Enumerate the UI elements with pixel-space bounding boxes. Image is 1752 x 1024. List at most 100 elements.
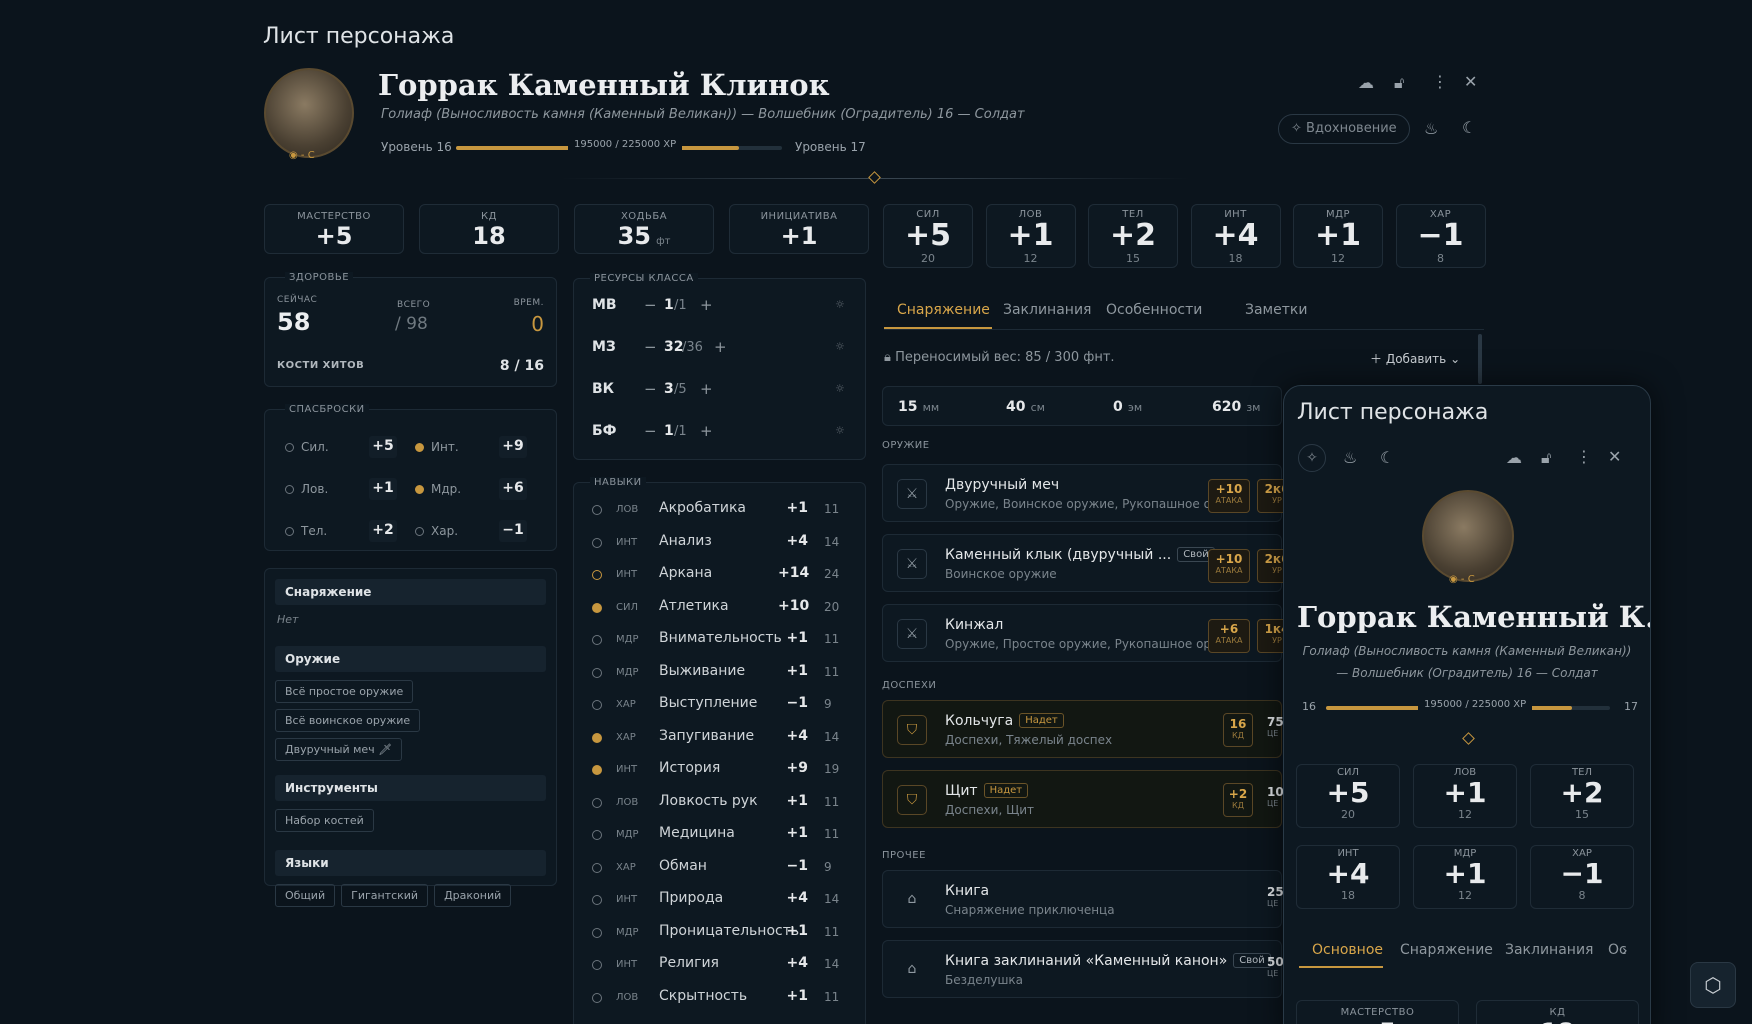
more-icon[interactable]: ⋮: [1576, 447, 1592, 466]
close-icon[interactable]: ✕: [1608, 447, 1621, 466]
tab-2[interactable]: Особенности: [1106, 302, 1202, 318]
close-icon[interactable]: ✕: [1464, 72, 1477, 91]
sun-icon[interactable]: ☼: [835, 424, 845, 437]
moon-icon[interactable]: ☾: [1380, 448, 1394, 467]
ability-score-box[interactable]: ТЕЛ +2 15: [1088, 204, 1178, 268]
coin-field[interactable]: 0 эм: [1113, 396, 1142, 415]
coin-field[interactable]: 620 зм: [1212, 396, 1260, 415]
minus-button[interactable]: −: [644, 422, 657, 440]
saving-throw[interactable]: Сил. +5: [285, 436, 405, 458]
skill-mod: +9: [786, 760, 808, 776]
cloud-icon[interactable]: ☁: [1506, 448, 1522, 467]
attack-button[interactable]: +10 АТАКА: [1208, 479, 1250, 513]
lock-icon[interactable]: 🔓︎: [1541, 448, 1551, 468]
sun-icon[interactable]: ☼: [835, 340, 845, 353]
ability-score-box[interactable]: ХАР −1 8: [1395, 204, 1486, 268]
hp-temp[interactable]: 0: [531, 312, 544, 336]
skill-row[interactable]: МДР Выживание +1 11: [592, 663, 852, 683]
skill-row[interactable]: ЛОВ Акробатика +1 11: [592, 500, 852, 520]
sun-icon[interactable]: ☼: [835, 298, 845, 311]
armor-item[interactable]: ⛉ Щит Надет Доспехи, Щит +2 КД 10 ЦЕ: [882, 770, 1284, 828]
weapon-item[interactable]: ⚔ Каменный клык (двуручный ... Свой Воинс…: [882, 534, 1297, 592]
skill-row[interactable]: ИНТ Природа +4 14: [592, 890, 852, 910]
saving-throw[interactable]: Инт. +9: [415, 436, 535, 458]
tab-0[interactable]: Снаряжение: [897, 302, 990, 318]
skill-row[interactable]: ИНТ Анализ +4 14: [592, 533, 852, 553]
skill-row[interactable]: ЛОВ Ловкость рук +1 11: [592, 793, 852, 813]
skill-row[interactable]: ИНТ Религия +4 14: [592, 955, 852, 975]
core-stat-box[interactable]: МАСТЕРСТВО +5: [264, 204, 404, 254]
skill-name: Скрытность: [659, 987, 748, 1004]
mobile-ability-box[interactable]: ТЕЛ +2 15: [1530, 764, 1634, 828]
core-stat-box[interactable]: ХОДЬБА 35 фт: [574, 204, 714, 254]
saving-throw[interactable]: Тел. +2: [285, 520, 405, 542]
plus-button[interactable]: +: [714, 338, 727, 356]
proficiencies-panel: Снаряжение Нет Оружие Всё простое оружие…: [264, 568, 557, 907]
mobile-ability-box[interactable]: ЛОВ +1 12: [1413, 764, 1517, 828]
mobile-chevron-right-icon[interactable]: ›: [1622, 943, 1628, 959]
mobile-tab-1[interactable]: Снаряжение: [1400, 942, 1493, 958]
hp-current[interactable]: 58: [277, 308, 310, 336]
skill-row[interactable]: ЛОВ Скрытность +1 11: [592, 988, 852, 1008]
add-item-button[interactable]: ＋ Добавить ⌄: [1370, 350, 1460, 367]
attack-button[interactable]: +6 АТАКА: [1208, 619, 1250, 653]
dice-roll-button[interactable]: ⬡: [1690, 962, 1736, 1008]
ability-score-box[interactable]: ИНТ +4 18: [1190, 204, 1281, 268]
scrollbar[interactable]: [1478, 334, 1482, 384]
core-stat-box[interactable]: КД 18: [419, 204, 559, 254]
skill-ability: МДР: [616, 634, 639, 645]
plus-button[interactable]: +: [700, 380, 713, 398]
sun-icon[interactable]: ☼: [835, 382, 845, 395]
inspiration-button[interactable]: ✧ Вдохновение: [1278, 114, 1410, 144]
mobile-tab-0[interactable]: Основное: [1312, 942, 1383, 958]
more-icon[interactable]: ⋮: [1432, 72, 1448, 91]
mobile-ability-box[interactable]: ИНТ +4 18: [1296, 845, 1400, 909]
moon-icon[interactable]: ☾: [1462, 118, 1476, 137]
hit-dice[interactable]: 8 / 16: [500, 358, 544, 374]
ability-score-box[interactable]: МДР +1 12: [1293, 204, 1383, 268]
lock-icon[interactable]: 🔓︎: [1394, 73, 1404, 93]
skill-row[interactable]: ХАР Обман −1 9: [592, 858, 852, 878]
campfire-icon[interactable]: ♨: [1424, 119, 1438, 138]
cloud-icon[interactable]: ☁: [1358, 73, 1374, 92]
saving-throw[interactable]: Лов. +1: [285, 478, 405, 500]
skill-row[interactable]: МДР Медицина +1 11: [592, 825, 852, 845]
attack-button[interactable]: +10 АТАКА: [1208, 549, 1250, 583]
mobile-ability-box[interactable]: ХАР −1 8: [1530, 845, 1634, 909]
coin-field[interactable]: 40 см: [1006, 396, 1045, 415]
core-stat-unit: фт: [656, 236, 671, 247]
mobile-avatar[interactable]: [1422, 490, 1514, 582]
saving-throw[interactable]: Мдр. +6: [415, 478, 535, 500]
ability-score-box[interactable]: СИЛ +5 20: [883, 204, 973, 268]
ability-score-box[interactable]: ЛОВ +1 12: [985, 204, 1076, 268]
core-stat-box[interactable]: ИНИЦИАТИВА +1: [729, 204, 869, 254]
skill-row[interactable]: МДР Проницательность +1 11: [592, 923, 852, 943]
sparkle-icon[interactable]: ✧: [1298, 444, 1326, 472]
skill-row[interactable]: СИЛ Атлетика +10 20: [592, 598, 852, 618]
minus-button[interactable]: −: [644, 296, 657, 314]
skill-row[interactable]: ИНТ Аркана +14 24: [592, 565, 852, 585]
skill-row[interactable]: ИНТ История +9 19: [592, 760, 852, 780]
equipped-badge: Надет: [983, 783, 1029, 798]
mobile-tab-2[interactable]: Заклинания: [1505, 942, 1593, 958]
saving-throw[interactable]: Хар. −1: [415, 520, 535, 542]
plus-button[interactable]: +: [700, 296, 713, 314]
mobile-ability-box[interactable]: МДР +1 12: [1413, 845, 1517, 909]
weapon-item[interactable]: ⚔ Двуручный меч Оружие, Воинское оружие,…: [882, 464, 1297, 522]
skill-row[interactable]: ХАР Запугивание +4 14: [592, 728, 852, 748]
tab-1[interactable]: Заклинания: [1003, 302, 1091, 318]
weapon-item[interactable]: ⚔ Кинжал Оружие, Простое оружие, Рукопаш…: [882, 604, 1297, 662]
minus-button[interactable]: −: [644, 380, 657, 398]
other-item[interactable]: ⌂ Книга Снаряжение приключенца 25 ЦЕ: [882, 870, 1284, 928]
skill-row[interactable]: ХАР Выступление −1 9: [592, 695, 852, 715]
plus-button[interactable]: +: [700, 422, 713, 440]
other-item[interactable]: ⌂ Книга заклинаний «Каменный канон» Свой …: [882, 940, 1284, 998]
avatar[interactable]: [264, 68, 354, 158]
coin-field[interactable]: 15 мм: [898, 396, 939, 415]
minus-button[interactable]: −: [644, 338, 657, 356]
tab-3[interactable]: Заметки: [1245, 302, 1307, 318]
mobile-ability-box[interactable]: СИЛ +5 20: [1296, 764, 1400, 828]
campfire-icon[interactable]: ♨: [1343, 448, 1357, 467]
skill-row[interactable]: МДР Внимательность +1 11: [592, 630, 852, 650]
armor-item[interactable]: ⛉ Кольчуга Надет Доспехи, Тяжелый доспех …: [882, 700, 1284, 758]
